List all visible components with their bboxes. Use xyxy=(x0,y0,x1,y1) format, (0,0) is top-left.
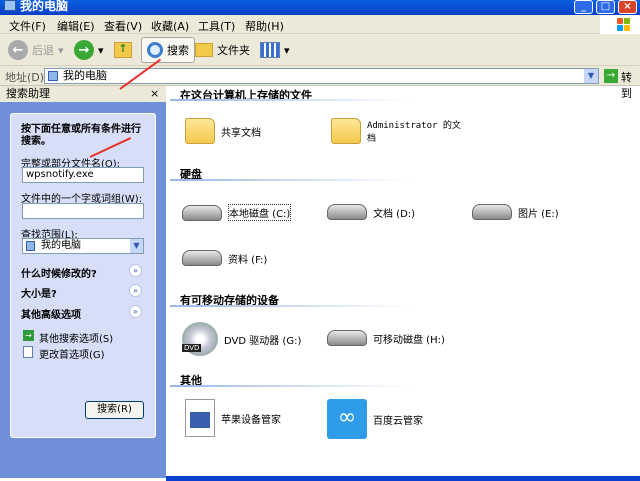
go-arrow-icon[interactable]: → xyxy=(604,69,618,83)
drive-e[interactable]: 图片 (E:) xyxy=(472,204,559,220)
folders-label: 文件夹 xyxy=(217,44,250,57)
pane-title: 搜索助理 xyxy=(6,87,50,100)
menu-file[interactable]: 文件(F) xyxy=(9,18,46,34)
drive-f[interactable]: 资料 (F:) xyxy=(182,250,267,266)
menu-bar: 文件(F) 编辑(E) 查看(V) 收藏(A) 工具(T) 帮助(H) xyxy=(0,15,640,34)
search-label: 搜索 xyxy=(167,44,189,57)
folder-icon xyxy=(331,118,361,144)
toolbar: ← 后退 ▾ → ▾ ↑ 搜索 文件夹 ▾ xyxy=(0,34,640,66)
computer-icon xyxy=(26,241,35,251)
drive-c[interactable]: 本地磁盘 (C:) xyxy=(182,204,292,221)
search-magnifier-icon xyxy=(147,42,163,58)
pane-close-button[interactable]: × xyxy=(150,86,159,102)
views-grid-icon xyxy=(260,42,280,58)
pane-splitter[interactable] xyxy=(166,86,170,478)
forward-arrow-icon: → xyxy=(74,40,94,60)
search-form: 按下面任意或所有条件进行搜索。 完整或部分文件名(O): wpsnotify.e… xyxy=(10,113,156,438)
pane-header: 搜索助理 × xyxy=(0,86,166,102)
item-label: 图片 (E:) xyxy=(518,208,559,220)
application-file-icon xyxy=(185,399,215,437)
back-label: 后退 xyxy=(32,44,54,57)
hard-disk-icon xyxy=(182,250,222,266)
computer-icon xyxy=(48,71,58,81)
title-bar: 我的电脑 _ □ × xyxy=(0,0,640,15)
divider xyxy=(170,385,410,387)
filename-input[interactable]: wpsnotify.exe xyxy=(22,167,144,183)
up-folder-icon: ↑ xyxy=(114,42,132,58)
removable-disk-h[interactable]: 可移动磁盘 (H:) xyxy=(327,330,445,346)
scope-select[interactable]: 我的电脑 ▼ xyxy=(22,238,144,254)
chevron-down-icon: ▼ xyxy=(130,239,143,253)
maximize-button[interactable]: □ xyxy=(596,0,615,14)
item-label: DVD 驱动器 (G:) xyxy=(224,335,302,347)
menu-view[interactable]: 查看(V) xyxy=(104,18,142,34)
dvd-drive-g[interactable]: DVD DVD 驱动器 (G:) xyxy=(182,322,301,356)
views-button[interactable]: ▾ xyxy=(260,37,290,63)
search-button[interactable]: 搜索 xyxy=(141,37,195,63)
folder-icon xyxy=(185,118,215,144)
hard-disk-icon xyxy=(327,204,367,220)
computer-icon xyxy=(4,0,16,11)
back-arrow-icon: ← xyxy=(8,40,28,60)
other-search-options-link[interactable]: 其他搜索选项(S) xyxy=(39,330,113,345)
expand-chevron-icon[interactable]: » xyxy=(129,284,142,297)
divider xyxy=(170,179,410,181)
baidu-cloud-icon: ∞ xyxy=(327,399,367,439)
address-dropdown-icon[interactable]: ▼ xyxy=(584,69,598,83)
hard-disk-icon xyxy=(472,204,512,220)
folders-icon xyxy=(195,43,213,57)
item-label: Administrator 的文档 xyxy=(367,121,461,144)
item-label: 苹果设备管家 xyxy=(221,414,281,426)
change-preferences-link[interactable]: 更改首选项(G) xyxy=(39,346,105,361)
search-prompt: 按下面任意或所有条件进行搜索。 xyxy=(21,124,141,147)
item-label: 文档 (D:) xyxy=(373,208,416,220)
bottom-border xyxy=(166,476,640,481)
up-folder-button[interactable]: ↑ xyxy=(114,37,132,63)
baidu-cloud-manager[interactable]: ∞ 百度云管家 xyxy=(327,399,423,439)
menu-edit[interactable]: 编辑(E) xyxy=(57,18,95,34)
drive-d[interactable]: 文档 (D:) xyxy=(327,204,415,220)
hard-disk-icon xyxy=(182,204,222,221)
advanced-option[interactable]: 其他高级选项 xyxy=(21,306,81,321)
item-label: 资料 (F:) xyxy=(228,254,268,266)
forward-button[interactable]: → ▾ xyxy=(74,37,104,63)
address-bar: 地址(D) 我的电脑 ▼ → 转到 xyxy=(0,66,640,100)
expand-chevron-icon[interactable]: » xyxy=(129,264,142,277)
folder-shared-docs[interactable]: 共享文档 xyxy=(185,118,261,144)
folder-admin-docs[interactable]: Administrator 的文档 xyxy=(331,118,461,144)
scope-value: 我的电脑 xyxy=(41,240,81,251)
word-input[interactable] xyxy=(22,203,144,219)
expand-chevron-icon[interactable]: » xyxy=(129,305,142,318)
windows-logo-icon xyxy=(600,15,640,34)
size-option[interactable]: 大小是? xyxy=(21,285,57,300)
item-label: 可移动磁盘 (H:) xyxy=(373,334,445,346)
menu-tools[interactable]: 工具(T) xyxy=(198,18,235,34)
preferences-icon xyxy=(23,346,33,358)
address-label: 地址(D) xyxy=(5,71,45,84)
go-button[interactable]: 转到 xyxy=(621,69,640,101)
menu-favorites[interactable]: 收藏(A) xyxy=(151,18,189,34)
when-modified-option[interactable]: 什么时候修改的? xyxy=(21,265,97,280)
apple-device-manager[interactable]: 苹果设备管家 xyxy=(185,399,281,437)
dvd-drive-icon: DVD xyxy=(182,322,218,356)
window-title: 我的电脑 xyxy=(20,0,69,13)
back-button[interactable]: ← 后退 ▾ xyxy=(8,37,64,63)
divider xyxy=(170,99,410,101)
folders-button[interactable]: 文件夹 xyxy=(195,37,250,63)
removable-disk-icon xyxy=(327,330,367,346)
address-value: 我的电脑 xyxy=(63,69,107,82)
item-label: 百度云管家 xyxy=(373,415,423,427)
search-submit-button[interactable]: 搜索(R) xyxy=(85,401,144,419)
close-button[interactable]: × xyxy=(618,0,637,14)
menu-help[interactable]: 帮助(H) xyxy=(245,18,284,34)
minimize-button[interactable]: _ xyxy=(574,0,593,14)
item-label: 共享文档 xyxy=(221,127,261,139)
green-arrow-icon: → xyxy=(23,330,34,341)
search-assistant-pane: 搜索助理 × 按下面任意或所有条件进行搜索。 完整或部分文件名(O): wpsn… xyxy=(0,86,166,478)
item-label: 本地磁盘 (C:) xyxy=(228,204,292,221)
divider xyxy=(170,305,410,307)
